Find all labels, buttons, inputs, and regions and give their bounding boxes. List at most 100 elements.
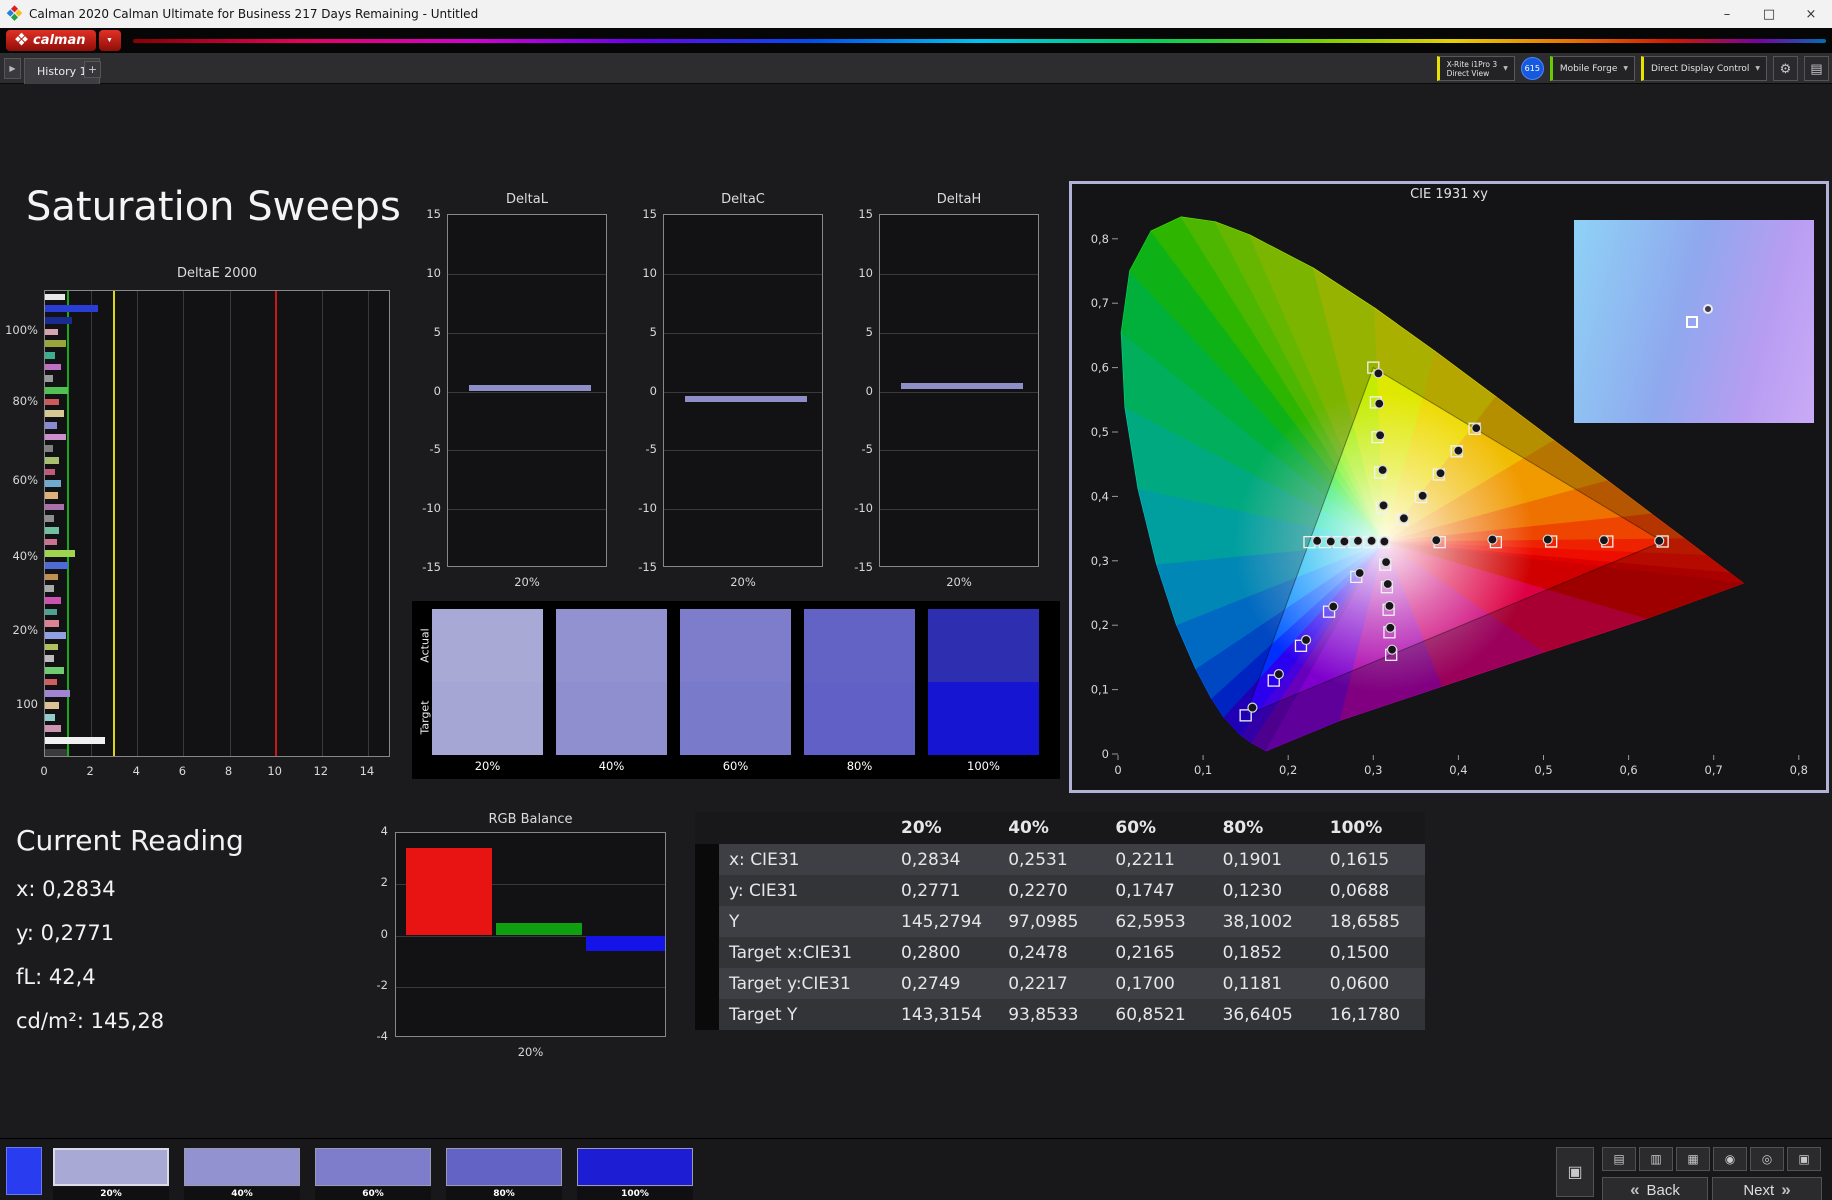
layout-button[interactable]: ▥ — [1639, 1147, 1673, 1171]
deltae-bar — [45, 503, 64, 511]
row-label: Target y:CIE31 — [729, 973, 851, 994]
y-tick-label: -10 — [854, 501, 873, 515]
swatch-level-label: 80% — [846, 759, 873, 773]
deltae-bar — [45, 468, 56, 476]
deltah-plot — [879, 214, 1039, 567]
bottom-bar: 20% 40% 60% 80% 100% ▣ ▤ ▥ ▦ ◉ ◎ ▣ « Back Next » — [0, 1138, 1832, 1200]
blue-measured-marker — [1354, 567, 1365, 579]
thumbnail-label: 100% — [577, 1187, 693, 1200]
record-button[interactable]: ◉ — [1713, 1147, 1747, 1171]
screen-button[interactable]: ▣ — [1787, 1147, 1821, 1171]
add-tab-button[interactable]: + — [84, 61, 101, 78]
deltac-plot — [663, 214, 823, 567]
calman-logo[interactable]: calman — [6, 30, 96, 51]
saturation-thumbnail-100%[interactable] — [577, 1148, 693, 1186]
deltae-plot — [44, 290, 390, 757]
swatch-level-label: 100% — [967, 759, 1000, 773]
rgb-balance-plot — [395, 832, 666, 1037]
cie-zoom-inset — [1574, 220, 1814, 423]
cyan-measured-marker — [1312, 535, 1323, 546]
y-tick-label: 0 — [865, 384, 873, 398]
grid-line — [183, 291, 185, 756]
table-row: x: CIE31 0,2834 0,2531 0,2211 0,1901 0,1615 — [695, 844, 1425, 875]
grid-line — [91, 291, 93, 756]
x-tick-label: 4 — [132, 764, 140, 778]
inset-target-marker — [1685, 315, 1698, 328]
deltah-chart: 15 10 5 0 -5 -10 -15 20% — [843, 207, 1043, 594]
deltae-bar — [45, 433, 66, 441]
row-label: Y — [729, 911, 740, 932]
saturation-thumbnail-20%[interactable] — [53, 1148, 169, 1186]
deltae-bar — [45, 632, 66, 639]
settings-button[interactable]: ⚙ — [1773, 56, 1798, 81]
blue-measured-marker — [1328, 601, 1339, 612]
panel-icon: ▤ — [1810, 60, 1823, 76]
deltae-bar — [45, 363, 62, 371]
x-category-label: 20% — [517, 1045, 544, 1059]
actual-row-label: Actual — [418, 628, 432, 663]
deltae-bar — [45, 375, 54, 382]
next-button[interactable]: Next » — [1712, 1177, 1822, 1200]
layout-panel-button[interactable]: ▤ — [1804, 56, 1829, 81]
y-tick-label: 5 — [649, 325, 657, 339]
cyan-measured-marker — [1325, 536, 1336, 547]
bar-chart-button[interactable]: ▤ — [1602, 1147, 1636, 1171]
deltae-bar — [45, 678, 57, 686]
y-tick-label: -5 — [645, 442, 657, 456]
blue-measured-marker — [1300, 634, 1312, 646]
chevron-down-icon: ▼ — [1503, 65, 1508, 72]
deltae-bar — [45, 597, 62, 604]
grid-line — [448, 332, 606, 334]
main-menu-button[interactable]: ▼ — [98, 30, 121, 51]
green-measured-marker — [1375, 430, 1386, 441]
deltae-bar — [45, 620, 59, 628]
grid-button[interactable]: ▦ — [1676, 1147, 1710, 1171]
source-select[interactable]: Mobile Forge ▼ — [1549, 56, 1635, 81]
maximize-button[interactable]: □ — [1748, 0, 1790, 28]
y-tick-label: -4 — [376, 1029, 388, 1043]
close-button[interactable]: × — [1790, 0, 1832, 28]
saturation-swatch — [556, 609, 667, 755]
yellow-measured-marker — [1435, 468, 1446, 479]
saturation-thumbnail-40%[interactable] — [184, 1148, 300, 1186]
y-group-label: 80% — [12, 394, 38, 408]
deltae-bar — [45, 398, 59, 406]
minimize-button[interactable]: – — [1706, 0, 1748, 28]
actual-swatch-half — [556, 609, 667, 682]
display-control-select[interactable]: Direct Display Control ▼ — [1640, 56, 1767, 81]
y-tick-label: -10 — [422, 501, 441, 515]
magenta-measured-marker — [1386, 644, 1398, 655]
table-cell: 18,6585 — [1329, 911, 1401, 932]
meter-select[interactable]: X-Rite i1Pro 3 Direct View ▼ — [1436, 56, 1515, 81]
grid-line — [396, 986, 665, 988]
deltal-chart-title: DeltaL — [506, 192, 548, 207]
y-group-label: 20% — [12, 623, 38, 637]
display-window-button[interactable]: ▣ — [1556, 1147, 1594, 1197]
meter-label: X-Rite i1Pro 3 Direct View — [1446, 59, 1498, 78]
back-button[interactable]: « Back — [1602, 1177, 1708, 1200]
deltae-chart: 0 2 4 6 8 10 12 14 100% 80% 60% 40% 20% 100 — [4, 290, 396, 795]
gear-icon: ⚙ — [1779, 60, 1792, 76]
tab-scroll-button[interactable]: ▶ — [4, 58, 21, 79]
table-cell: 0,2270 — [1008, 880, 1068, 901]
target-button[interactable]: ◎ — [1750, 1147, 1784, 1171]
x-tick-label: 0 — [1114, 763, 1121, 777]
luminance-badge[interactable]: 615 — [1520, 57, 1544, 80]
grid-line — [880, 273, 1038, 275]
deltae-bar — [45, 608, 57, 616]
logo-bar: calman ▼ — [0, 28, 1832, 53]
y-tick-label: -2 — [376, 978, 388, 992]
grid-line — [664, 450, 822, 452]
deltae-bar — [45, 316, 72, 324]
deltae-bar — [45, 562, 69, 569]
saturation-thumbnail-60%[interactable] — [315, 1148, 431, 1186]
actual-swatch-half — [680, 609, 791, 682]
x-tick-label: 6 — [178, 764, 187, 778]
saturation-thumbnail-80%[interactable] — [446, 1148, 562, 1186]
red-measured-marker — [1487, 534, 1498, 545]
thumbnail-label: 80% — [446, 1187, 562, 1200]
display-icon: ▣ — [1567, 1164, 1583, 1181]
table-header-cell: 80% — [1210, 812, 1318, 844]
target-row-label: Target — [418, 700, 432, 735]
red-measured-marker — [1598, 535, 1610, 546]
